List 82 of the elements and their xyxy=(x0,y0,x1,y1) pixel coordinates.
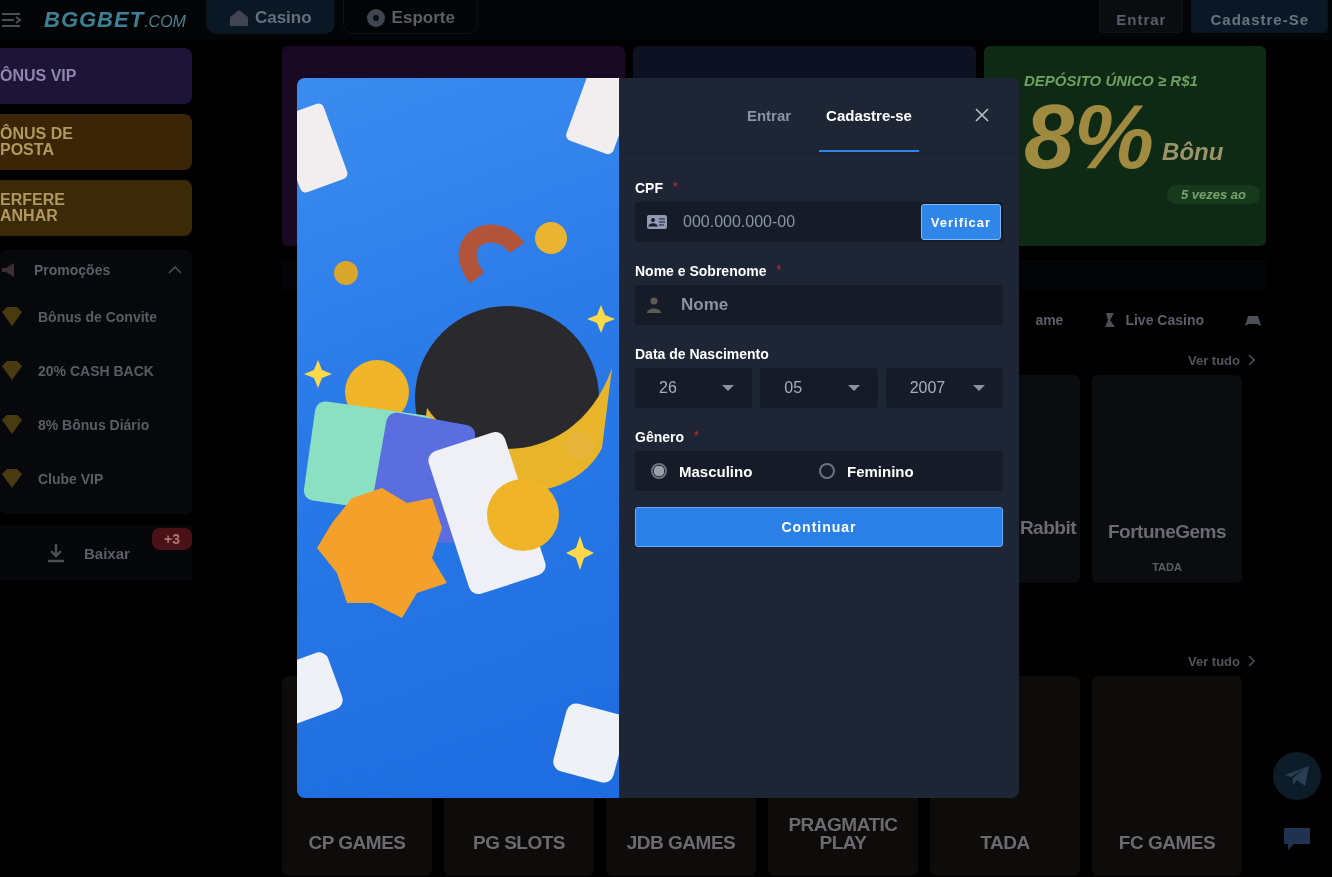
telegram-button[interactable] xyxy=(1273,752,1321,800)
game-title: FortuneGems xyxy=(1108,523,1226,541)
promo-item-icon xyxy=(0,468,24,490)
game-tile[interactable]: FC GAMES xyxy=(1092,676,1242,876)
game-title: PG SLOTS xyxy=(472,834,566,852)
caret-icon xyxy=(973,385,985,391)
see-all-link[interactable]: Ver tudo xyxy=(1188,352,1240,368)
promotions-title[interactable]: Promoções xyxy=(34,262,154,278)
banner-text: ERFERE xyxy=(0,192,65,208)
download-label: Baixar xyxy=(84,544,130,562)
date-select[interactable]: 26 xyxy=(635,368,753,408)
house-icon xyxy=(228,9,249,27)
close-icon[interactable] xyxy=(975,108,989,122)
required-mark: * xyxy=(694,429,699,445)
chevron-icon[interactable] xyxy=(168,266,182,274)
radio-label[interactable]: Feminino xyxy=(847,462,914,480)
banner-text: ÔNUS DE xyxy=(0,126,73,142)
chevron-icon[interactable] xyxy=(1248,354,1256,366)
login-button[interactable]: Entrar xyxy=(1099,0,1184,33)
menu-icon[interactable] xyxy=(2,12,22,28)
game-title: JDB GAMES xyxy=(626,834,736,852)
person-icon xyxy=(647,297,661,313)
banner-text: POSTA xyxy=(0,142,54,158)
promo-banner[interactable]: ÔNUS VIP xyxy=(0,48,192,104)
name-input[interactable]: Nome xyxy=(679,294,1003,316)
game-tile[interactable]: FortuneGems TADA xyxy=(1092,375,1242,583)
banner-headline: DEPÓSITO ÚNICO ≥ R$1 xyxy=(1024,72,1199,89)
promo-item[interactable]: Bônus de Convite xyxy=(38,309,157,325)
paper-plane-icon xyxy=(1284,765,1310,787)
banner-text: ÔNUS VIP xyxy=(0,68,77,84)
nav-tab[interactable]: Casino xyxy=(205,0,335,34)
required-mark: * xyxy=(673,180,678,196)
name-field[interactable]: Nome xyxy=(635,285,1003,325)
dialog-tab[interactable]: Cadastre-se xyxy=(819,78,919,152)
banner-word: Bônu xyxy=(1162,138,1224,166)
banner-percent: 8% xyxy=(1024,89,1155,185)
nav-tab[interactable]: Esporte xyxy=(342,0,478,34)
field-label: Gênero xyxy=(635,429,684,447)
chevron-icon[interactable] xyxy=(1248,655,1256,667)
banner-pill: 5 vezes ao xyxy=(1166,185,1260,204)
cpf-field[interactable]: 000.000.000-00 Verificar xyxy=(635,202,1003,242)
promo-banner[interactable]: ERFERE ANHAR xyxy=(0,180,192,236)
field-label: Nome e Sobrenome xyxy=(635,263,767,281)
promo-item[interactable]: 20% CASH BACK xyxy=(38,363,154,379)
signup-button[interactable]: Cadastre-Se xyxy=(1191,0,1328,33)
see-all-link[interactable]: Ver tudo xyxy=(1188,653,1240,669)
chat-icon[interactable] xyxy=(1282,826,1312,852)
game-title: FC GAMES xyxy=(1118,834,1216,852)
download-icon xyxy=(46,543,66,563)
caret-icon xyxy=(847,385,860,391)
game-provider: TADA xyxy=(1152,561,1182,573)
banner-text: ANHAR xyxy=(0,208,58,224)
radio-button[interactable] xyxy=(819,463,835,479)
download-bar[interactable]: Baixar +3 xyxy=(0,526,192,580)
field-label: CPF xyxy=(635,180,663,198)
continue-button[interactable]: Continuar xyxy=(635,507,1003,547)
ball-icon xyxy=(365,8,386,28)
game-title: PRAGMATIC PLAY xyxy=(787,816,899,852)
field-label: Data de Nascimento xyxy=(635,346,769,364)
verify-button[interactable]: Verificar xyxy=(921,204,1001,240)
category-tab[interactable]: Live Casino xyxy=(1103,312,1204,328)
logo[interactable]: BGGBET.COM xyxy=(44,7,186,33)
id-card-icon xyxy=(647,215,667,229)
radio-label[interactable]: Masculino xyxy=(679,462,753,480)
game-title: Rabbit xyxy=(1019,519,1076,537)
game-title: TADA xyxy=(980,834,1030,852)
dialog-tab[interactable]: Entrar xyxy=(719,78,819,152)
promo-item[interactable]: 8% Bônus Diário xyxy=(38,417,150,433)
promo-item-icon xyxy=(0,414,24,436)
promo-item-icon xyxy=(0,360,24,382)
caret-icon xyxy=(722,385,735,391)
date-select[interactable]: 05 xyxy=(760,368,878,408)
promo-item-icon xyxy=(0,306,24,328)
required-mark: * xyxy=(776,263,782,279)
promo-banner[interactable]: ÔNUS DE POSTA xyxy=(0,114,192,170)
date-select[interactable]: 2007 xyxy=(885,368,1003,408)
cpf-input[interactable]: 000.000.000-00 xyxy=(681,212,907,232)
radio-button[interactable] xyxy=(651,463,667,479)
bonus-badge: +3 xyxy=(152,528,192,550)
promo-item[interactable]: Clube VIP xyxy=(38,471,104,487)
category-tab[interactable]: ame xyxy=(1035,312,1064,328)
game-title: CP GAMES xyxy=(308,834,406,852)
